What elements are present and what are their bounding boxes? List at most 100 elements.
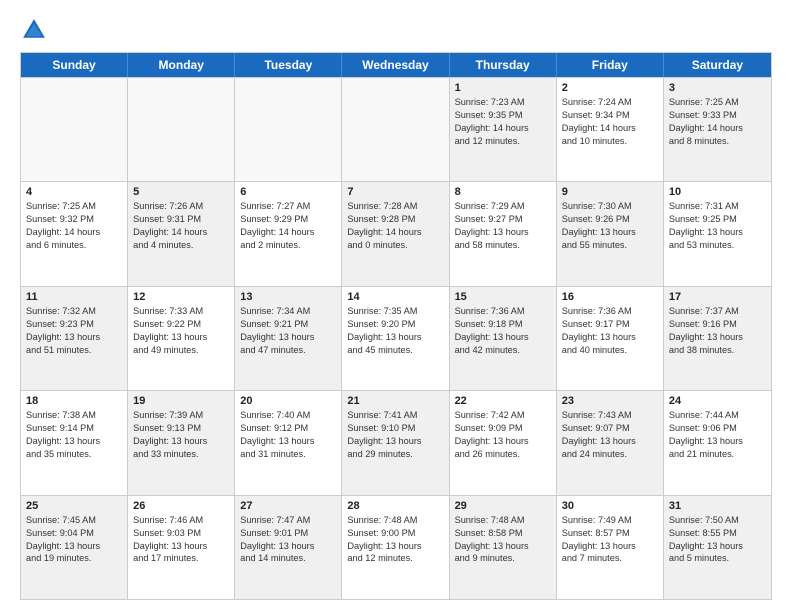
cell-info-line: Daylight: 13 hours [347, 541, 443, 553]
cell-info-line: and 21 minutes. [669, 449, 766, 461]
cell-info-line: Daylight: 14 hours [455, 123, 551, 135]
day-number: 5 [133, 186, 229, 198]
calendar-cell-20: 20Sunrise: 7:40 AMSunset: 9:12 PMDayligh… [235, 391, 342, 494]
cell-info-line: and 40 minutes. [562, 345, 658, 357]
calendar: SundayMondayTuesdayWednesdayThursdayFrid… [20, 52, 772, 600]
cell-info-line: Sunset: 9:29 PM [240, 214, 336, 226]
day-number: 11 [26, 291, 122, 303]
day-number: 30 [562, 500, 658, 512]
cell-info-line: and 14 minutes. [240, 553, 336, 565]
cell-info-line: and 2 minutes. [240, 240, 336, 252]
cell-info-line: Daylight: 13 hours [26, 332, 122, 344]
cell-info-line: Sunset: 9:14 PM [26, 423, 122, 435]
calendar-cell-5: 5Sunrise: 7:26 AMSunset: 9:31 PMDaylight… [128, 182, 235, 285]
cell-info-line: and 31 minutes. [240, 449, 336, 461]
day-number: 3 [669, 82, 766, 94]
cell-info-line: Sunset: 9:07 PM [562, 423, 658, 435]
calendar-cell-17: 17Sunrise: 7:37 AMSunset: 9:16 PMDayligh… [664, 287, 771, 390]
calendar-cell-2: 2Sunrise: 7:24 AMSunset: 9:34 PMDaylight… [557, 78, 664, 181]
cell-info-line: Daylight: 13 hours [455, 541, 551, 553]
cell-info-line: Sunset: 9:26 PM [562, 214, 658, 226]
cell-info-line: Daylight: 13 hours [669, 227, 766, 239]
calendar-cell-6: 6Sunrise: 7:27 AMSunset: 9:29 PMDaylight… [235, 182, 342, 285]
cell-info-line: Sunrise: 7:23 AM [455, 97, 551, 109]
calendar-cell-empty-2 [235, 78, 342, 181]
cell-info-line: Sunrise: 7:36 AM [455, 306, 551, 318]
cell-info-line: and 7 minutes. [562, 553, 658, 565]
header-day-thursday: Thursday [450, 53, 557, 77]
cell-info-line: and 58 minutes. [455, 240, 551, 252]
cell-info-line: Sunrise: 7:28 AM [347, 201, 443, 213]
cell-info-line: Sunset: 9:22 PM [133, 319, 229, 331]
cell-info-line: and 9 minutes. [455, 553, 551, 565]
calendar-cell-29: 29Sunrise: 7:48 AMSunset: 8:58 PMDayligh… [450, 496, 557, 599]
calendar-cell-3: 3Sunrise: 7:25 AMSunset: 9:33 PMDaylight… [664, 78, 771, 181]
calendar-cell-24: 24Sunrise: 7:44 AMSunset: 9:06 PMDayligh… [664, 391, 771, 494]
cell-info-line: Sunrise: 7:49 AM [562, 515, 658, 527]
cell-info-line: Daylight: 13 hours [455, 227, 551, 239]
header-day-tuesday: Tuesday [235, 53, 342, 77]
cell-info-line: and 17 minutes. [133, 553, 229, 565]
cell-info-line: Sunrise: 7:29 AM [455, 201, 551, 213]
calendar-cell-11: 11Sunrise: 7:32 AMSunset: 9:23 PMDayligh… [21, 287, 128, 390]
cell-info-line: and 33 minutes. [133, 449, 229, 461]
cell-info-line: Sunrise: 7:25 AM [669, 97, 766, 109]
cell-info-line: Sunrise: 7:33 AM [133, 306, 229, 318]
cell-info-line: Daylight: 13 hours [240, 541, 336, 553]
day-number: 23 [562, 395, 658, 407]
cell-info-line: and 38 minutes. [669, 345, 766, 357]
cell-info-line: and 53 minutes. [669, 240, 766, 252]
calendar-row-1: 4Sunrise: 7:25 AMSunset: 9:32 PMDaylight… [21, 181, 771, 285]
cell-info-line: Sunset: 9:10 PM [347, 423, 443, 435]
day-number: 24 [669, 395, 766, 407]
cell-info-line: Sunset: 9:09 PM [455, 423, 551, 435]
calendar-cell-empty-0 [21, 78, 128, 181]
cell-info-line: and 0 minutes. [347, 240, 443, 252]
cell-info-line: Daylight: 13 hours [133, 436, 229, 448]
cell-info-line: Sunrise: 7:24 AM [562, 97, 658, 109]
header-day-friday: Friday [557, 53, 664, 77]
cell-info-line: Sunrise: 7:34 AM [240, 306, 336, 318]
cell-info-line: and 19 minutes. [26, 553, 122, 565]
header-day-wednesday: Wednesday [342, 53, 449, 77]
calendar-body: 1Sunrise: 7:23 AMSunset: 9:35 PMDaylight… [21, 77, 771, 599]
cell-info-line: Daylight: 13 hours [455, 332, 551, 344]
cell-info-line: Sunset: 9:23 PM [26, 319, 122, 331]
cell-info-line: Sunrise: 7:31 AM [669, 201, 766, 213]
cell-info-line: Sunset: 9:04 PM [26, 528, 122, 540]
day-number: 4 [26, 186, 122, 198]
calendar-cell-4: 4Sunrise: 7:25 AMSunset: 9:32 PMDaylight… [21, 182, 128, 285]
cell-info-line: Sunset: 9:18 PM [455, 319, 551, 331]
cell-info-line: and 5 minutes. [669, 553, 766, 565]
cell-info-line: Sunset: 9:01 PM [240, 528, 336, 540]
cell-info-line: Sunset: 9:12 PM [240, 423, 336, 435]
cell-info-line: Sunrise: 7:25 AM [26, 201, 122, 213]
cell-info-line: and 10 minutes. [562, 136, 658, 148]
cell-info-line: Daylight: 13 hours [26, 436, 122, 448]
cell-info-line: Daylight: 13 hours [669, 541, 766, 553]
cell-info-line: Sunset: 8:57 PM [562, 528, 658, 540]
cell-info-line: Sunset: 9:33 PM [669, 110, 766, 122]
day-number: 21 [347, 395, 443, 407]
cell-info-line: and 47 minutes. [240, 345, 336, 357]
cell-info-line: Sunset: 9:00 PM [347, 528, 443, 540]
calendar-cell-30: 30Sunrise: 7:49 AMSunset: 8:57 PMDayligh… [557, 496, 664, 599]
calendar-header: SundayMondayTuesdayWednesdayThursdayFrid… [21, 53, 771, 77]
day-number: 17 [669, 291, 766, 303]
calendar-row-4: 25Sunrise: 7:45 AMSunset: 9:04 PMDayligh… [21, 495, 771, 599]
cell-info-line: Daylight: 13 hours [26, 541, 122, 553]
day-number: 26 [133, 500, 229, 512]
day-number: 10 [669, 186, 766, 198]
day-number: 7 [347, 186, 443, 198]
cell-info-line: and 4 minutes. [133, 240, 229, 252]
cell-info-line: Sunset: 9:20 PM [347, 319, 443, 331]
cell-info-line: Sunrise: 7:48 AM [455, 515, 551, 527]
cell-info-line: and 55 minutes. [562, 240, 658, 252]
day-number: 2 [562, 82, 658, 94]
calendar-cell-26: 26Sunrise: 7:46 AMSunset: 9:03 PMDayligh… [128, 496, 235, 599]
cell-info-line: Sunrise: 7:30 AM [562, 201, 658, 213]
day-number: 22 [455, 395, 551, 407]
calendar-row-0: 1Sunrise: 7:23 AMSunset: 9:35 PMDaylight… [21, 77, 771, 181]
cell-info-line: Sunrise: 7:36 AM [562, 306, 658, 318]
day-number: 19 [133, 395, 229, 407]
